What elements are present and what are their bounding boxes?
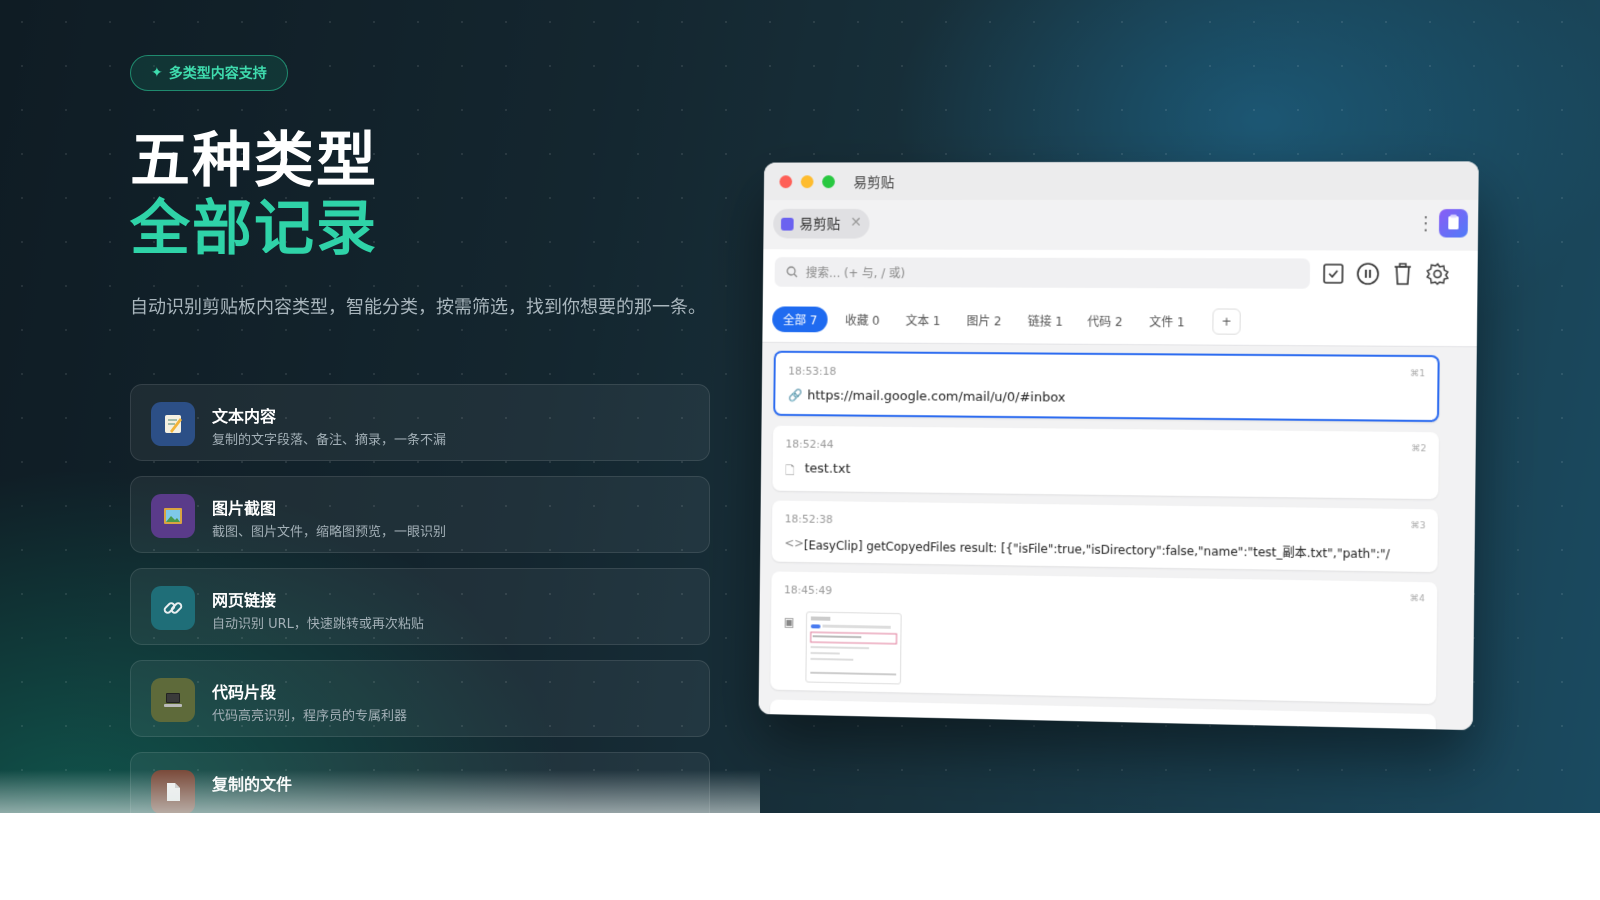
feature-desc: 复制的文字段落、备注、摘录，一条不漏 bbox=[212, 433, 447, 448]
search-placeholder: 搜索... (+ 与, / 或) bbox=[805, 265, 906, 280]
image-icon: ▣ bbox=[783, 614, 795, 629]
link-icon: 🔗 bbox=[787, 388, 803, 403]
search-input[interactable]: 搜索... (+ 与, / 或) bbox=[774, 257, 1311, 289]
feature-desc: 截图、图片文件，缩略图预览，一眼识别 bbox=[212, 525, 447, 540]
headline-line-1: 五种类型 bbox=[130, 126, 378, 196]
search-icon bbox=[786, 266, 798, 278]
add-filter-button[interactable]: + bbox=[1212, 308, 1241, 335]
filter-chip-code[interactable]: 代码 2 bbox=[1076, 308, 1134, 334]
tab-label: 易剪贴 bbox=[799, 216, 841, 233]
zoom-window-button[interactable] bbox=[822, 175, 835, 189]
memo-icon bbox=[151, 402, 195, 446]
file-icon bbox=[151, 770, 195, 813]
code-icon: <> bbox=[784, 536, 805, 551]
clip-time: 18:45:49 bbox=[783, 583, 833, 598]
image-thumbnail[interactable] bbox=[805, 611, 902, 685]
app-tab[interactable]: 易剪贴 ✕ bbox=[773, 208, 870, 239]
app-logo-icon[interactable] bbox=[1438, 209, 1468, 238]
clip-time: 18:52:44 bbox=[785, 437, 834, 451]
app-window: 易剪贴 易剪贴 ✕ ⋮ 搜索... (+ 与, / 或) 全部 7 收藏 0 文… bbox=[758, 161, 1479, 731]
feature-card-code: 代码片段 代码高亮识别，程序员的专属利器 bbox=[130, 660, 710, 737]
link-icon bbox=[151, 586, 195, 630]
clip-text: [EasyClip] getCopyedFiles result: [{"isF… bbox=[803, 538, 1390, 562]
search-row: 搜索... (+ 与, / 或) bbox=[762, 249, 1478, 302]
filter-chip-favorites[interactable]: 收藏 0 bbox=[834, 307, 890, 333]
multi-select-icon[interactable] bbox=[1320, 261, 1347, 287]
picture-icon bbox=[151, 494, 195, 538]
feature-card-image: 图片截图 截图、图片文件，缩略图预览，一眼识别 bbox=[130, 476, 710, 553]
clip-shortcut: ⌘1 bbox=[1410, 369, 1426, 380]
clip-time: 18:52:38 bbox=[784, 512, 833, 526]
laptop-icon bbox=[151, 678, 195, 722]
feature-title: 网页链接 bbox=[212, 591, 277, 610]
subtitle: 自动识别剪贴板内容类型，智能分类，按需筛选，找到你想要的那一条。 bbox=[130, 297, 706, 318]
clipboard-icon bbox=[780, 217, 794, 231]
close-icon[interactable]: ✕ bbox=[850, 215, 862, 231]
clip-text: test.txt bbox=[804, 461, 851, 477]
feature-card-file: 复制的文件 bbox=[130, 752, 710, 813]
clip-time: 18:53:18 bbox=[788, 364, 837, 378]
clip-list: 18:53:18 ⌘1 🔗 https://mail.google.com/ma… bbox=[758, 342, 1477, 731]
gear-icon[interactable] bbox=[1424, 261, 1451, 287]
filter-chip-text[interactable]: 文本 1 bbox=[895, 307, 952, 333]
feature-card-text: 文本内容 复制的文字段落、备注、摘录，一条不漏 bbox=[130, 384, 710, 461]
filter-chip-all[interactable]: 全部 7 bbox=[772, 306, 829, 333]
feature-card-link: 网页链接 自动识别 URL，快速跳转或再次粘贴 bbox=[130, 568, 710, 645]
clip-item[interactable]: 18:52:44 ⌘2 🗋 test.txt bbox=[772, 425, 1439, 500]
filter-chip-link[interactable]: 链接 1 bbox=[1017, 308, 1074, 334]
tab-bar: 易剪贴 ✕ ⋮ bbox=[763, 199, 1479, 251]
clip-item[interactable]: 18:52:38 ⌘3 <> [EasyClip] getCopyedFiles… bbox=[771, 500, 1439, 573]
title-bar: 易剪贴 bbox=[763, 161, 1479, 201]
sparkle-icon: ✦ bbox=[151, 65, 163, 81]
minimize-window-button[interactable] bbox=[800, 175, 814, 189]
filter-bar: 全部 7 收藏 0 文本 1 图片 2 链接 1 代码 2 文件 1 + bbox=[762, 298, 1478, 348]
feature-title: 代码片段 bbox=[212, 683, 277, 702]
feature-badge: ✦ 多类型内容支持 bbox=[130, 55, 288, 91]
clip-item[interactable]: 18:45:49 ⌘4 ▣ bbox=[770, 571, 1438, 705]
clip-item[interactable]: 18:53:18 ⌘1 🔗 https://mail.google.com/ma… bbox=[773, 350, 1440, 423]
filter-chip-image[interactable]: 图片 2 bbox=[956, 307, 1013, 333]
more-options-icon[interactable]: ⋮ bbox=[1416, 212, 1435, 236]
badge-label: 多类型内容支持 bbox=[168, 66, 267, 82]
clip-text: https://mail.google.com/mail/u/0/#inbox bbox=[807, 388, 1066, 406]
clip-shortcut: ⌘4 bbox=[1409, 594, 1425, 605]
clip-shortcut: ⌘2 bbox=[1411, 444, 1427, 455]
clip-shortcut: ⌘3 bbox=[1410, 521, 1426, 532]
filter-chip-file[interactable]: 文件 1 bbox=[1138, 308, 1196, 334]
trash-icon[interactable] bbox=[1389, 261, 1416, 287]
close-window-button[interactable] bbox=[779, 175, 793, 189]
feature-desc: 代码高亮识别，程序员的专属利器 bbox=[212, 709, 408, 724]
feature-desc: 自动识别 URL，快速跳转或再次粘贴 bbox=[212, 617, 424, 632]
feature-title: 图片截图 bbox=[212, 499, 277, 518]
headline-line-2: 全部记录 bbox=[130, 194, 378, 264]
hero-section: ✦ 多类型内容支持 五种类型 全部记录 自动识别剪贴板内容类型，智能分类，按需筛… bbox=[0, 0, 1600, 813]
window-title: 易剪贴 bbox=[853, 175, 895, 192]
file-icon: 🗋 bbox=[785, 463, 795, 478]
pause-icon[interactable] bbox=[1355, 261, 1382, 287]
feature-title: 复制的文件 bbox=[212, 775, 293, 794]
feature-title: 文本内容 bbox=[212, 407, 277, 426]
